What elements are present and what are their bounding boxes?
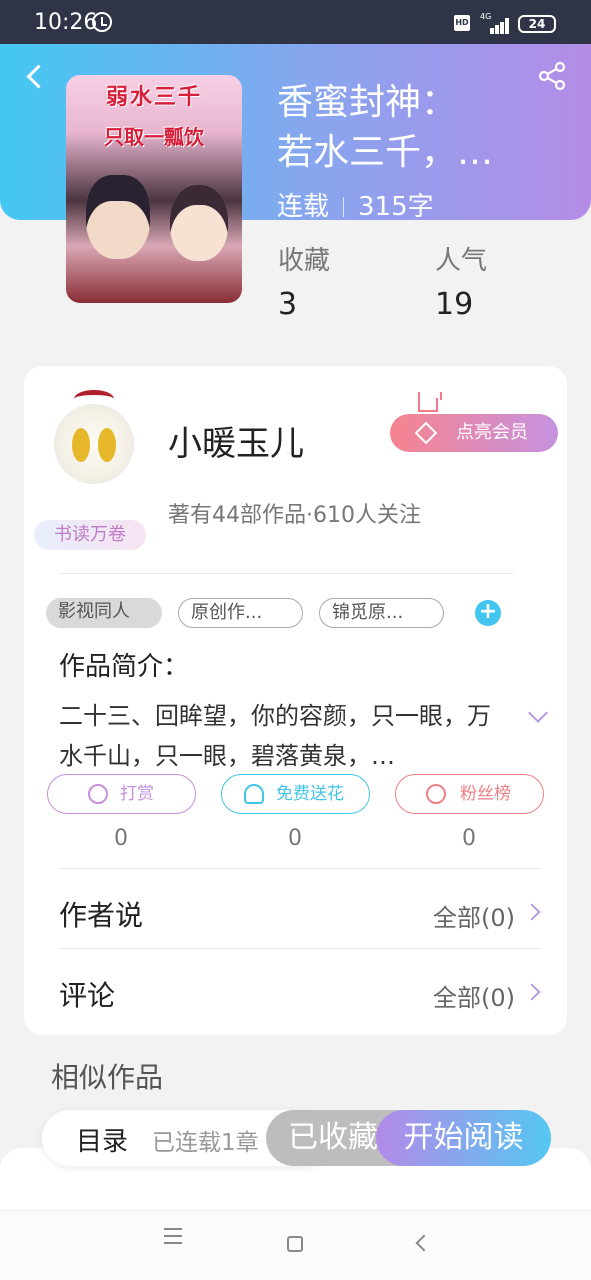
divider: [59, 948, 541, 949]
fan-ranking-button[interactable]: 粉丝榜: [395, 774, 544, 814]
crown-icon: [418, 392, 442, 412]
reader-level-badge: 书读万卷: [34, 520, 146, 550]
author-says-count: 全部(0): [433, 904, 515, 932]
cover-figure-female: [170, 185, 228, 261]
chevron-right-icon: [526, 986, 540, 1000]
tip-button-label: 打赏: [120, 784, 154, 804]
favorites-value: 3: [278, 287, 298, 322]
status-bar: 10:26 HD 4G 24: [0, 0, 591, 44]
intro-title: 作品简介：: [59, 652, 190, 682]
serial-status: 连载: [277, 192, 330, 222]
book-cover[interactable]: 弱水三千 只取一瓢饮: [66, 75, 242, 303]
alarm-icon: [92, 12, 112, 32]
similar-works-title: 相似作品: [51, 1061, 164, 1094]
book-title-line1: 香蜜封神：: [277, 82, 458, 123]
comments-label: 评论: [59, 979, 116, 1012]
tag-item[interactable]: 锦觅原...: [319, 598, 444, 628]
cover-title-top: 弱水三千: [105, 85, 202, 110]
battery-icon: 24: [518, 15, 556, 33]
author-meta: 著有44部作品·610人关注: [168, 503, 421, 528]
fan-count: 0: [462, 826, 476, 851]
author-name[interactable]: 小暖玉儿: [168, 416, 304, 465]
expand-chevron-icon[interactable]: [528, 706, 548, 726]
menu-icon[interactable]: [164, 1228, 182, 1244]
tip-count: 0: [114, 826, 128, 851]
book-title: 香蜜封神： 若水三千，…: [277, 78, 577, 178]
fan-ranking-button-label: 粉丝榜: [460, 784, 511, 804]
serial-chapters: 已连载1章: [152, 1130, 259, 1156]
divider: [59, 573, 514, 574]
catalog-label: 目录: [76, 1127, 129, 1157]
nav-back-icon[interactable]: [414, 1236, 428, 1250]
popularity-value: 19: [435, 287, 474, 322]
status-time: 10:26: [34, 10, 98, 35]
vip-button-label: 点亮会员: [456, 422, 528, 443]
author-avatar[interactable]: [50, 390, 140, 490]
popularity-label: 人气: [435, 246, 488, 276]
flower-count: 0: [288, 826, 302, 851]
yen-icon: [88, 784, 108, 804]
send-flower-button[interactable]: 免费送花: [221, 774, 370, 814]
signal-icon: 4G: [480, 12, 510, 34]
favorites-label: 收藏: [278, 246, 331, 276]
status-divider: [343, 197, 345, 217]
author-says-label: 作者说: [59, 899, 144, 932]
divider: [59, 868, 541, 869]
hd-icon: HD: [454, 15, 470, 31]
send-flower-button-label: 免费送花: [276, 784, 344, 804]
back-arrow-icon[interactable]: [22, 62, 50, 90]
network-type: 4G: [480, 12, 492, 21]
add-tag-button[interactable]: +: [475, 600, 501, 626]
chevron-right-icon: [526, 906, 540, 920]
comments-count: 全部(0): [433, 984, 515, 1012]
vip-button[interactable]: 点亮会员: [390, 392, 558, 452]
book-title-line2: 若水三千，…: [277, 132, 494, 173]
cover-figure-male: [86, 175, 150, 259]
flower-icon: [244, 784, 264, 804]
tag-item[interactable]: 原创作...: [178, 598, 303, 628]
tag-item[interactable]: 影视同人: [46, 598, 162, 628]
user-heart-icon: [426, 784, 446, 804]
cover-title-bottom: 只取一瓢饮: [104, 125, 204, 149]
intro-text[interactable]: 二十三、回眸望，你的容颜，只一眼，万水千山，只一眼，碧落黄泉，…: [59, 696, 514, 776]
home-icon[interactable]: [287, 1236, 303, 1252]
avatar-pendant: [54, 404, 134, 484]
diamond-icon: [414, 421, 438, 445]
book-status: 连载 315字: [277, 186, 434, 223]
tip-button[interactable]: 打赏: [47, 774, 196, 814]
start-reading-button[interactable]: 开始阅读: [376, 1110, 551, 1166]
word-count: 315字: [358, 192, 434, 222]
